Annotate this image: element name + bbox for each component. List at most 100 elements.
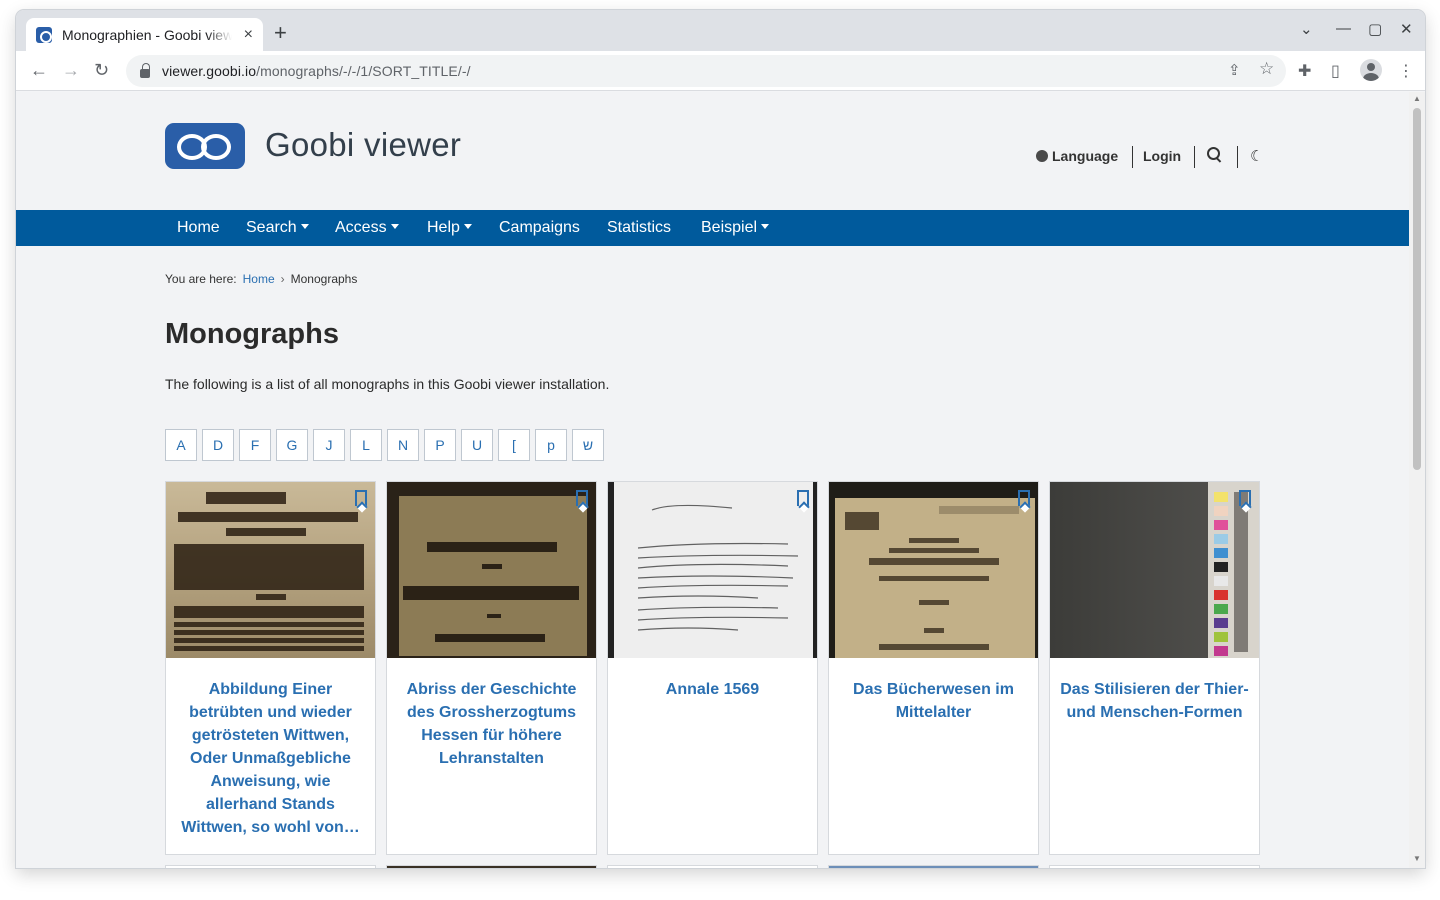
back-icon[interactable]: ← [30,60,48,80]
login-link[interactable]: Login [1143,148,1181,164]
page-intro: The following is a list of all monograph… [165,376,610,392]
scrollbar-thumb[interactable] [1413,108,1421,470]
title-page-image [174,492,364,651]
letter-filter-button[interactable]: ש [572,429,604,461]
maximize-icon[interactable]: ▢ [1368,20,1382,38]
monograph-title[interactable]: Abbildung Einer betrübten und wieder get… [166,658,375,839]
caret-down-icon [463,224,472,229]
letter-filter-button[interactable]: p [535,429,567,461]
monograph-title[interactable]: Das Bücherwesen im Mittelalter [829,658,1038,724]
letter-filter-button[interactable]: L [350,429,382,461]
monograph-thumbnail[interactable] [387,482,596,658]
goobi-favicon-icon [36,26,52,43]
page-scrollbar[interactable]: ▲ ▼ [1409,92,1425,868]
nav-item-home[interactable]: Home [177,219,220,237]
new-tab-icon[interactable]: + [274,22,287,44]
browser-window: Monographien - Goobi viewer × + ⌄ — ▢ ✕ … [16,10,1425,868]
monograph-card[interactable]: Abriss der Geschichte des Grossherzogtum… [386,481,597,855]
address-bar[interactable]: viewer.goobi.io/monographs/-/-/1/SORT_TI… [126,55,1286,87]
monograph-card[interactable] [607,865,818,868]
monograph-thumbnail[interactable] [166,482,375,658]
book-cover-image [1208,482,1259,658]
monograph-card[interactable]: Das Bücherwesen im Mittelalter [828,481,1039,855]
profile-avatar-icon[interactable] [1360,59,1382,81]
minimize-icon[interactable]: — [1336,20,1351,37]
title-page-image [399,496,587,656]
nav-item-campaigns[interactable]: Campaigns [499,219,580,237]
globe-icon [1036,150,1048,162]
browser-menu-icon[interactable]: ⋮ [1398,61,1414,81]
tab-close-icon[interactable]: × [244,26,253,44]
bookmark-icon[interactable] [797,490,809,506]
monograph-card[interactable] [165,865,376,868]
lock-icon [140,62,150,78]
url-text: viewer.goobi.io/monographs/-/-/1/SORT_TI… [162,63,471,79]
nav-item-search[interactable]: Search [246,219,309,237]
site-title[interactable]: Goobi viewer [265,126,461,164]
bookmark-star-icon[interactable]: ☆ [1259,59,1274,79]
tab-search-icon[interactable]: ⌄ [1300,20,1313,38]
monograph-card[interactable] [386,865,597,868]
monograph-thumbnail[interactable] [829,866,1038,868]
dark-mode-icon[interactable]: ☾ [1250,147,1263,165]
reload-icon[interactable]: ↻ [94,60,109,80]
monograph-card[interactable]: Das Stilisieren der Thier- und Menschen-… [1049,481,1260,855]
letter-filter-button[interactable]: G [276,429,308,461]
letter-filter-button[interactable]: [ [498,429,530,461]
nav-label: Statistics [607,219,672,236]
monograph-thumbnail[interactable] [608,482,817,658]
nav-item-statistics[interactable]: Statistics [607,219,671,237]
monograph-thumbnail[interactable] [1050,482,1259,658]
breadcrumb: You are here: Home › Monographs [165,272,357,286]
nav-item-access[interactable]: Access [335,219,399,237]
letter-filter-button[interactable]: U [461,429,493,461]
header-divider [1237,146,1238,168]
monograph-card[interactable] [1049,865,1260,868]
header-divider [1194,146,1195,168]
nav-item-beispiel[interactable]: Beispiel [701,219,770,237]
language-switch[interactable]: Language [1036,148,1118,164]
side-panel-icon[interactable]: ▯ [1331,61,1340,81]
bookmark-icon[interactable] [576,490,588,506]
search-icon[interactable] [1206,146,1222,162]
goobi-logo[interactable] [165,123,245,169]
scroll-down-icon[interactable]: ▼ [1413,854,1421,863]
manuscript-image [608,482,817,658]
caret-down-icon [390,224,399,229]
bookmark-icon[interactable] [355,490,367,506]
extensions-icon[interactable]: ✚ [1298,61,1311,81]
letter-filter-button[interactable]: F [239,429,271,461]
monograph-thumbnail[interactable] [608,866,817,868]
browser-toolbar: ← → ↻ viewer.goobi.io/monographs/-/-/1/S… [16,51,1425,91]
scroll-up-icon[interactable]: ▲ [1413,94,1421,103]
nav-label: Search [246,219,297,236]
letter-filter-button[interactable]: A [165,429,197,461]
letter-filter: A D F G J L N P U [ p ש [165,429,604,461]
nav-label: Beispiel [701,219,758,236]
page-title: Monographs [165,318,339,350]
monograph-title[interactable]: Annale 1569 [608,658,817,701]
bookmark-icon[interactable] [1018,490,1030,506]
monograph-title[interactable]: Abriss der Geschichte des Grossherzogtum… [387,658,596,770]
letter-filter-button[interactable]: N [387,429,419,461]
nav-label: Home [177,219,220,236]
nav-label: Access [335,219,387,236]
window-close-icon[interactable]: ✕ [1400,20,1413,38]
monograph-card[interactable]: Abbildung Einer betrübten und wieder get… [165,481,376,855]
monograph-thumbnail[interactable] [829,482,1038,658]
share-icon[interactable]: ⇪ [1228,61,1241,79]
monograph-thumbnail[interactable] [387,866,596,868]
letter-filter-button[interactable]: D [202,429,234,461]
letter-filter-button[interactable]: P [424,429,456,461]
bookmark-icon[interactable] [1239,490,1251,506]
browser-tab[interactable]: Monographien - Goobi viewer × [26,18,263,51]
monograph-title[interactable]: Das Stilisieren der Thier- und Menschen-… [1050,658,1259,724]
caret-down-icon [761,224,770,229]
monograph-card[interactable] [828,865,1039,868]
main-navigation: Home Search Access Help Campaigns Statis… [16,210,1409,246]
letter-filter-button[interactable]: J [313,429,345,461]
monograph-card[interactable]: Annale 1569 [607,481,818,855]
nav-item-help[interactable]: Help [427,219,472,237]
forward-icon[interactable]: → [62,60,80,80]
breadcrumb-home-link[interactable]: Home [243,272,275,286]
